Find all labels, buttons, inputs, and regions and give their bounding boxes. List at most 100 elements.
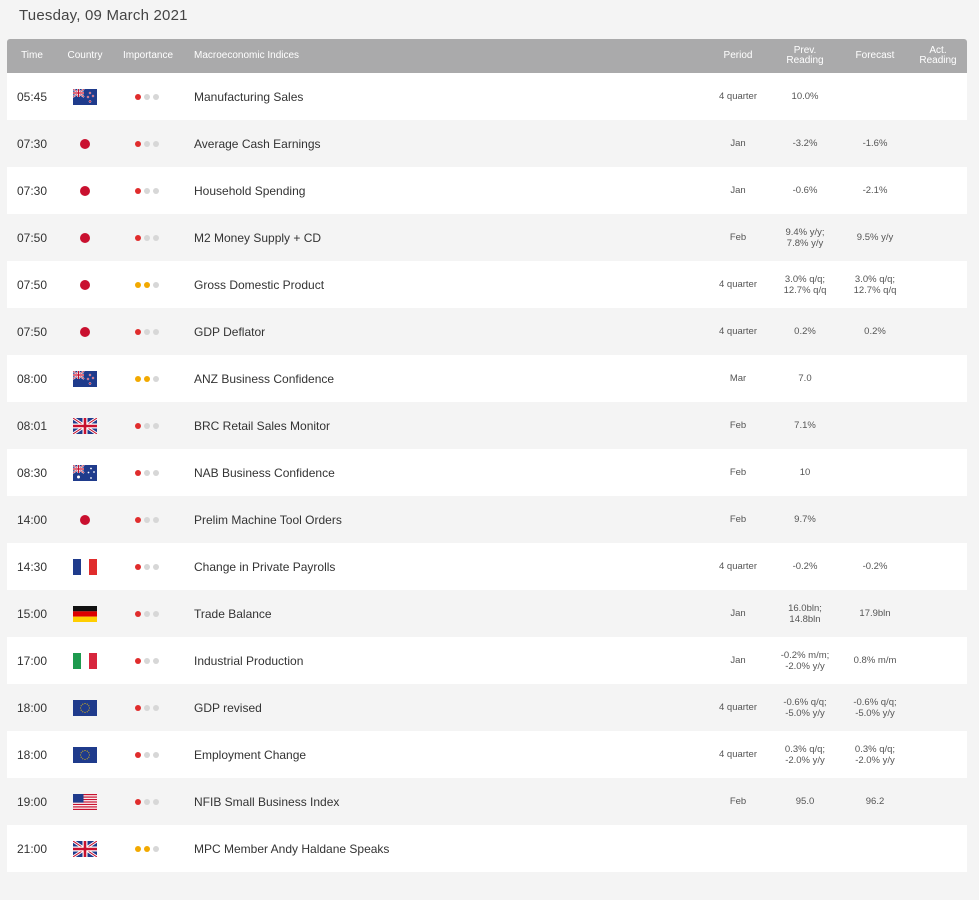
importance-indicator [135, 167, 159, 214]
table-row[interactable]: 08:30 NAB Business Confidence Feb 10 [7, 449, 967, 496]
indicator-name[interactable]: ANZ Business Confidence [194, 355, 334, 402]
row-country [70, 449, 100, 496]
indicator-name[interactable]: Industrial Production [194, 637, 303, 684]
actual-reading-value [909, 402, 967, 449]
importance-dot-icon [153, 563, 159, 570]
forecast-value: -2.1% [841, 167, 909, 214]
table-row[interactable]: 07:30 Household Spending Jan -0.6% -2.1% [7, 167, 967, 214]
indicator-name[interactable]: GDP Deflator [194, 308, 265, 355]
indicator-name[interactable]: Household Spending [194, 167, 305, 214]
forecast-value [841, 73, 909, 120]
germany-flag-icon [73, 605, 97, 622]
importance-dot-icon [135, 751, 141, 758]
row-country [70, 73, 100, 120]
header-time[interactable]: Time [7, 39, 57, 73]
actual-reading-value [909, 355, 967, 402]
importance-dot-icon [144, 93, 150, 100]
table-row[interactable]: 07:30 Average Cash Earnings Jan -3.2% -1.6% [7, 120, 967, 167]
table-row[interactable]: 17:00 Industrial Production Jan -0.2% m/m; -… [7, 637, 967, 684]
indicator-name[interactable]: GDP revised [194, 684, 262, 731]
importance-indicator [135, 355, 159, 402]
table-header: Time Country Importance Macroeconomic In… [7, 39, 967, 73]
forecast-value: 9.5% y/y [841, 214, 909, 261]
importance-dot-icon [135, 845, 141, 852]
row-time: 18:00 [17, 747, 48, 762]
actual-reading-value [909, 261, 967, 308]
prev-reading-value: 16.0bln; 14.8bln [769, 590, 841, 637]
importance-dot-icon [135, 140, 141, 147]
header-importance[interactable]: Importance [117, 39, 179, 73]
prev-reading-value: 95.0 [769, 778, 841, 825]
prev-reading-value: 7.1% [769, 402, 841, 449]
importance-dot-icon [153, 610, 159, 617]
header-act-reading[interactable]: Act. Reading [909, 39, 967, 73]
importance-dot-icon [144, 563, 150, 570]
indicator-name[interactable]: Gross Domestic Product [194, 261, 324, 308]
table-row[interactable]: 07:50 Gross Domestic Product 4 quarter 3.0%… [7, 261, 967, 308]
importance-indicator [135, 543, 159, 590]
importance-dot-icon [144, 375, 150, 382]
indicator-name[interactable]: NAB Business Confidence [194, 449, 335, 496]
forecast-value-line: -1.6% [862, 138, 888, 149]
importance-dot-icon [153, 328, 159, 335]
table-row[interactable]: 18:00 GDP revised 4 quarter -0.6% q/q; -5.0%… [7, 684, 967, 731]
header-act-line2: Reading [919, 55, 957, 66]
row-country [70, 214, 100, 261]
table-row[interactable]: 07:50 M2 Money Supply + CD Feb 9.4% y/y; 7.8… [7, 214, 967, 261]
prev-reading-value-line: -0.2% [792, 561, 818, 572]
importance-dot-icon [144, 704, 150, 711]
header-forecast[interactable]: Forecast [841, 39, 909, 73]
importance-dot-icon [153, 516, 159, 523]
indicator-name[interactable]: M2 Money Supply + CD [194, 214, 321, 261]
table-row[interactable]: 21:00 MPC Member Andy Haldane Speaks [7, 825, 967, 872]
header-indices[interactable]: Macroeconomic Indices [194, 39, 299, 73]
indicator-name[interactable]: Prelim Machine Tool Orders [194, 496, 342, 543]
prev-reading-value-line: -0.6% q/q; [783, 696, 827, 708]
row-country [70, 543, 100, 590]
importance-dot-icon [153, 845, 159, 852]
table-row[interactable]: 18:00 Employment Change 4 quarter 0.3% q/q;… [7, 731, 967, 778]
forecast-value-line: 96.2 [865, 796, 885, 807]
importance-indicator [135, 73, 159, 120]
indicator-name[interactable]: Change in Private Payrolls [194, 543, 335, 590]
row-country [70, 261, 100, 308]
actual-reading-value [909, 449, 967, 496]
row-time: 07:50 [17, 230, 48, 245]
table-row[interactable]: 14:00 Prelim Machine Tool Orders Feb 9.7% [7, 496, 967, 543]
indicator-name[interactable]: Trade Balance [194, 590, 272, 637]
header-period[interactable]: Period [707, 39, 769, 73]
importance-dot-icon [135, 516, 141, 523]
importance-indicator [135, 731, 159, 778]
indicator-name[interactable]: Employment Change [194, 731, 306, 778]
table-row[interactable]: 05:45 Manufacturing Sales 4 quarter 10.0% [7, 73, 967, 120]
table-row[interactable]: 14:30 Change in Private Payrolls 4 quarter… [7, 543, 967, 590]
forecast-value-line: -2.1% [862, 185, 888, 196]
indicator-name[interactable]: BRC Retail Sales Monitor [194, 402, 330, 449]
table-row[interactable]: 08:01 BRC Retail Sales Monitor Feb 7.1% [7, 402, 967, 449]
importance-dot-icon [144, 281, 150, 288]
table-row[interactable]: 07:50 GDP Deflator 4 quarter 0.2% 0.2% [7, 308, 967, 355]
indicator-name[interactable]: NFIB Small Business Index [194, 778, 339, 825]
header-prev-reading[interactable]: Prev. Reading [769, 39, 841, 73]
row-time: 07:30 [17, 136, 48, 151]
period-value: Jan [730, 185, 746, 196]
importance-dot-icon [135, 187, 141, 194]
forecast-value-line: 0.3% q/q; [854, 743, 896, 755]
period-value: 4 quarter [718, 91, 758, 102]
indicator-name[interactable]: MPC Member Andy Haldane Speaks [194, 825, 389, 872]
importance-dot-icon [144, 328, 150, 335]
forecast-value [841, 449, 909, 496]
row-time: 17:00 [17, 653, 48, 668]
row-country [70, 778, 100, 825]
forecast-value: 17.9bln [841, 590, 909, 637]
table-row[interactable]: 19:00 NFIB Small Business Index Feb 95.0 96.… [7, 778, 967, 825]
table-row[interactable]: 15:00 Trade Balance Jan 16.0bln; 14.8bln 17.9… [7, 590, 967, 637]
header-country[interactable]: Country [57, 39, 113, 73]
prev-reading-value [769, 825, 841, 872]
table-row[interactable]: 08:00 ANZ Business Confidence Mar 7.0 [7, 355, 967, 402]
indicator-name[interactable]: Manufacturing Sales [194, 73, 303, 120]
importance-dot-icon [144, 751, 150, 758]
indicator-name[interactable]: Average Cash Earnings [194, 120, 321, 167]
forecast-value: 0.3% q/q; -2.0% y/y [841, 731, 909, 778]
new-zealand-flag-icon [73, 88, 97, 105]
